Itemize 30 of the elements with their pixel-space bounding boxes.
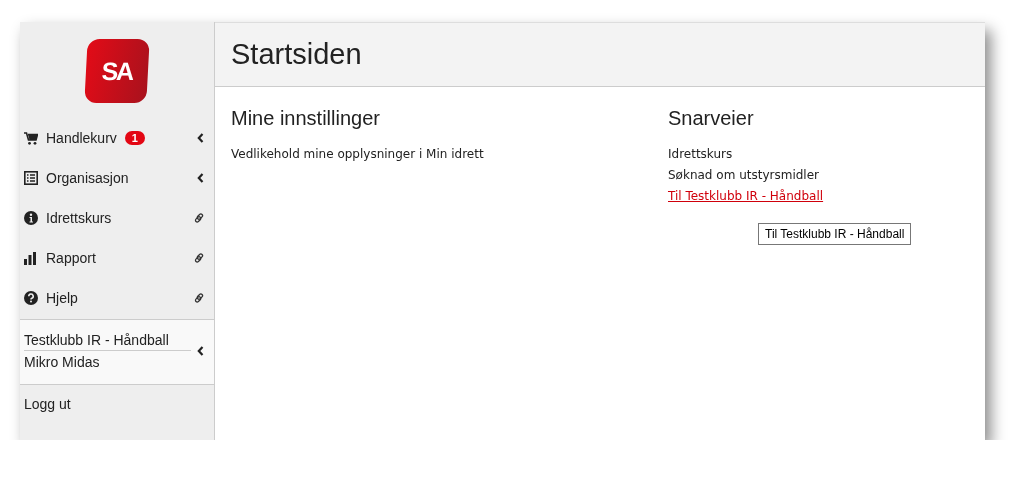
info-text: Idrettskurs xyxy=(668,146,733,163)
chevron-left-icon xyxy=(197,173,204,183)
link-icon xyxy=(194,253,204,263)
shortcut-link[interactable]: Til Testklubb IR - Håndball xyxy=(668,186,824,207)
logo[interactable]: SA xyxy=(84,39,150,103)
info-text: Søknad om utstyrsmidler xyxy=(668,167,819,184)
bar-chart-icon xyxy=(24,251,38,265)
account-switcher[interactable]: Testklubb IR - Håndball Mikro Midas xyxy=(20,319,214,385)
cart-icon xyxy=(24,131,38,145)
link-icon xyxy=(194,293,204,303)
menu-item[interactable]: Idrettskurs xyxy=(20,198,214,238)
list-icon xyxy=(24,171,38,185)
page-title: Startsiden xyxy=(231,38,362,71)
section-heading: Snarveier xyxy=(668,107,755,130)
count-badge: 1 xyxy=(124,131,145,145)
menu-item[interactable]: Hjelp xyxy=(20,278,214,318)
section-heading: Mine innstillinger xyxy=(231,107,381,130)
info-text: Vedlikehold mine opplysninger i Min idrett xyxy=(231,146,484,163)
menu-item[interactable]: Rapport xyxy=(20,238,214,278)
chevron-left-icon xyxy=(197,133,204,143)
help-icon xyxy=(24,291,38,305)
menu-item[interactable]: Organisasjon xyxy=(20,158,214,198)
club-name: Testklubb IR - Håndball xyxy=(24,332,191,351)
link-icon xyxy=(194,213,204,223)
chevron-left-icon xyxy=(197,346,204,356)
tooltip: Til Testklubb IR - Håndball xyxy=(758,223,912,245)
info-icon xyxy=(24,211,38,225)
menu-item[interactable]: Handlekurv 1 xyxy=(20,118,214,158)
logout-link[interactable]: Logg ut xyxy=(24,396,71,412)
user-name: Mikro Midas xyxy=(24,354,101,370)
